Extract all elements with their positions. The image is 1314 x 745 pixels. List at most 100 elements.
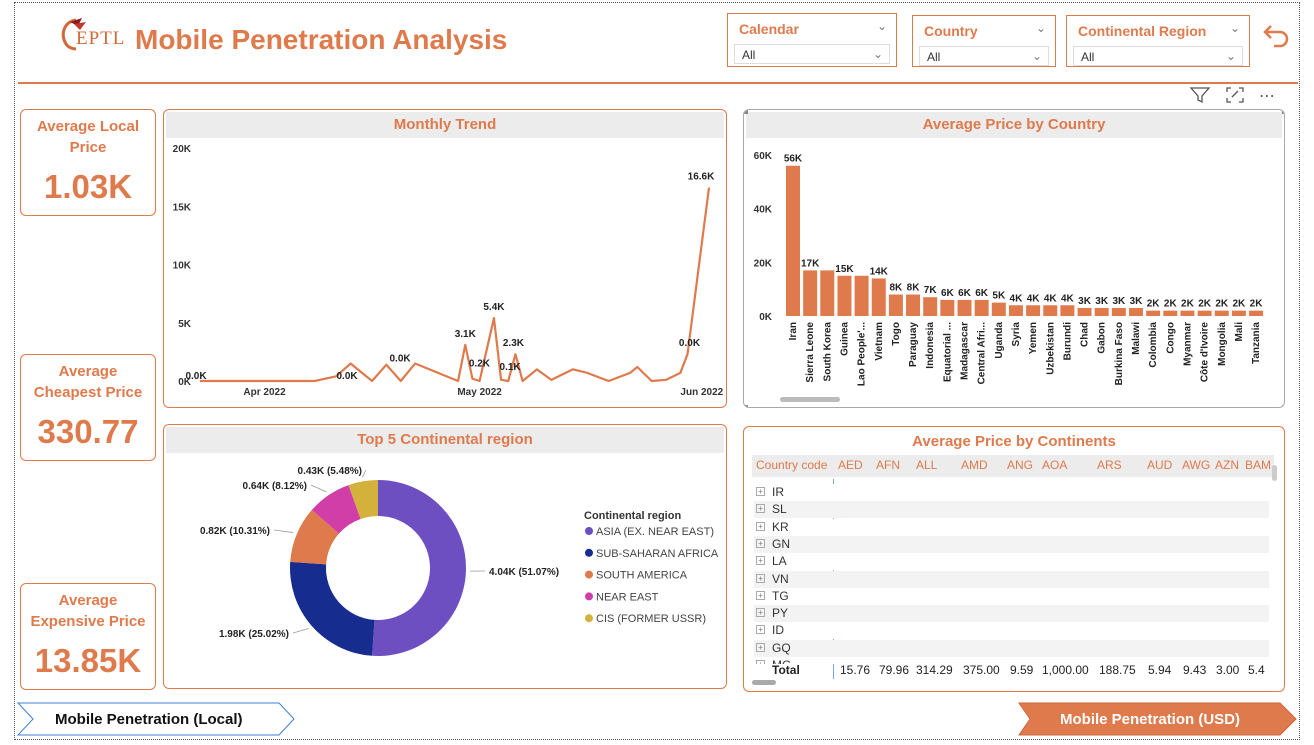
slice-label: 1.98K (25.02%) bbox=[219, 629, 289, 640]
country-slicer-dropdown[interactable]: All ⌄ bbox=[919, 46, 1049, 66]
column-header[interactable]: BAM bbox=[1245, 458, 1271, 472]
category-label: Paraguay bbox=[908, 322, 919, 367]
expand-icon[interactable]: + bbox=[756, 590, 765, 600]
data-label: 0.0K bbox=[185, 371, 207, 382]
x-tick-label: Jun 2022 bbox=[680, 387, 723, 398]
avg-price-country-chart: 60K 40K 20K 0K 56K Iran 17K Sierra Leone South K… bbox=[744, 110, 1284, 407]
expand-icon[interactable]: + bbox=[756, 487, 765, 496]
bar-value-label: 6K bbox=[941, 288, 955, 299]
column-header[interactable]: AMD bbox=[961, 458, 988, 472]
column-header[interactable]: AED bbox=[838, 458, 863, 472]
bar-value-label: 14K bbox=[870, 266, 889, 277]
bar-value-label: 15K bbox=[835, 264, 854, 275]
bar bbox=[1249, 310, 1264, 316]
continental-region-slicer[interactable]: Continental Region ⌄ All ⌄ bbox=[1066, 15, 1250, 67]
column-header[interactable]: AOA bbox=[1042, 458, 1067, 472]
y-tick-label: 60K bbox=[754, 151, 773, 162]
nav-button-usd[interactable]: Mobile Penetration (USD) bbox=[1018, 702, 1298, 741]
focus-mode-icon[interactable] bbox=[1225, 86, 1245, 109]
bar-value-label: 2K bbox=[1147, 299, 1161, 310]
total-cell: 5.4 bbox=[1248, 663, 1265, 677]
expand-icon[interactable]: + bbox=[756, 625, 765, 635]
category-label: Colombia bbox=[1148, 322, 1159, 368]
table-row[interactable]: + GQ bbox=[754, 639, 1269, 657]
category-label: South Korea bbox=[822, 322, 833, 382]
horizontal-scrollbar[interactable] bbox=[752, 680, 776, 685]
y-tick-label: 20K bbox=[173, 144, 192, 155]
horizontal-scrollbar[interactable] bbox=[780, 397, 840, 402]
table-row[interactable]: + GN bbox=[754, 535, 1269, 553]
data-label: 0.2K bbox=[469, 359, 491, 370]
legend-marker bbox=[585, 592, 593, 601]
column-header[interactable]: ANG bbox=[1007, 458, 1033, 472]
category-label: Madagascar bbox=[960, 322, 971, 380]
column-header[interactable]: AFN bbox=[876, 458, 900, 472]
country-code-cell: IR bbox=[772, 485, 784, 499]
column-header[interactable]: ALL bbox=[916, 458, 937, 472]
table-row[interactable]: + TG bbox=[754, 587, 1269, 605]
chevron-down-icon[interactable]: ⌄ bbox=[1036, 21, 1046, 35]
expand-icon[interactable]: + bbox=[756, 642, 765, 652]
total-cell: 79.96 bbox=[879, 663, 910, 677]
bar-value-label: 4K bbox=[1010, 293, 1024, 304]
column-header[interactable]: Country code bbox=[756, 458, 827, 472]
monthly-trend-visual[interactable]: Monthly Trend 20K 15K 10K 5K 0K Apr 2022 May 2… bbox=[163, 109, 727, 408]
slice-label: 0.82K (10.31%) bbox=[200, 526, 270, 537]
country-slicer[interactable]: Country ⌄ All ⌄ bbox=[912, 15, 1056, 67]
chevron-down-icon: ⌄ bbox=[1225, 49, 1236, 63]
bar bbox=[1129, 307, 1143, 316]
leader-line bbox=[362, 469, 367, 478]
table-row[interactable]: + KR bbox=[754, 518, 1269, 536]
total-cell: 15.76 bbox=[840, 663, 871, 677]
calendar-slicer[interactable]: Calendar ⌄ All ⌄ bbox=[727, 13, 897, 67]
table-row[interactable]: + PY bbox=[754, 605, 1269, 623]
more-options-icon[interactable]: ⋯ bbox=[1259, 86, 1276, 106]
table-header-row: Country code AED AFN ALL AMD ANG AOA ARS… bbox=[752, 455, 1274, 477]
expand-icon[interactable]: + bbox=[756, 504, 765, 514]
table-row[interactable]: + ID bbox=[754, 622, 1269, 640]
category-label: Iran bbox=[788, 322, 799, 340]
avg-price-country-visual[interactable]: Average Price by Country 60K 40K 20K 0K 56K I… bbox=[743, 109, 1285, 408]
bar bbox=[1094, 307, 1109, 316]
expand-icon[interactable]: + bbox=[756, 573, 765, 583]
column-header[interactable]: AWG bbox=[1182, 458, 1210, 472]
bar-value-label: 2K bbox=[1233, 299, 1247, 310]
y-tick-label: 40K bbox=[754, 205, 773, 216]
legend-item: CIS (FORMER USSR) bbox=[596, 613, 706, 625]
table-row[interactable]: + SL bbox=[754, 501, 1269, 519]
avg-price-continents-visual[interactable]: Average Price by Continents Country code… bbox=[743, 426, 1285, 692]
slice-label: 4.04K (51.07%) bbox=[489, 567, 559, 578]
nav-button-local[interactable]: Mobile Penetration (Local) bbox=[16, 702, 297, 741]
data-label: 2.3K bbox=[503, 338, 525, 349]
nav-button-usd-label: Mobile Penetration (USD) bbox=[1060, 711, 1241, 728]
filter-icon[interactable] bbox=[1189, 86, 1211, 109]
table-row[interactable]: + IR bbox=[754, 484, 1269, 501]
column-header[interactable]: AZN bbox=[1215, 458, 1239, 472]
bar bbox=[1026, 305, 1041, 316]
column-header[interactable]: AUD bbox=[1147, 458, 1172, 472]
calendar-slicer-dropdown[interactable]: All ⌄ bbox=[734, 44, 890, 64]
kpi-title-line1: Average bbox=[58, 363, 118, 380]
table-row[interactable]: + LA bbox=[754, 553, 1269, 571]
top5-continental-visual[interactable]: Top 5 Continental region 4.04K (51.07%) 1… bbox=[163, 424, 727, 689]
table-row[interactable]: + VN bbox=[754, 570, 1269, 588]
bar bbox=[974, 299, 989, 316]
country-slicer-value: All bbox=[927, 50, 941, 64]
expand-icon[interactable]: + bbox=[756, 538, 765, 548]
kpi-value: 330.77 bbox=[37, 413, 139, 450]
expand-icon[interactable]: + bbox=[756, 521, 765, 531]
legend-item: NEAR EAST bbox=[596, 591, 659, 603]
calendar-slicer-label: Calendar bbox=[739, 21, 799, 37]
legend-marker bbox=[585, 614, 593, 623]
y-tick-label: 0K bbox=[759, 312, 773, 323]
back-icon[interactable] bbox=[1262, 22, 1290, 53]
chevron-down-icon[interactable]: ⌄ bbox=[877, 19, 887, 33]
expand-icon[interactable]: + bbox=[756, 556, 765, 566]
bar bbox=[871, 278, 886, 316]
continental-region-slicer-dropdown[interactable]: All ⌄ bbox=[1073, 46, 1243, 66]
column-header[interactable]: ARS bbox=[1097, 458, 1122, 472]
expand-icon[interactable]: + bbox=[756, 608, 765, 618]
y-tick-label: 15K bbox=[173, 202, 192, 213]
vertical-scrollbar[interactable] bbox=[1272, 465, 1277, 481]
chevron-down-icon[interactable]: ⌄ bbox=[1230, 21, 1240, 35]
